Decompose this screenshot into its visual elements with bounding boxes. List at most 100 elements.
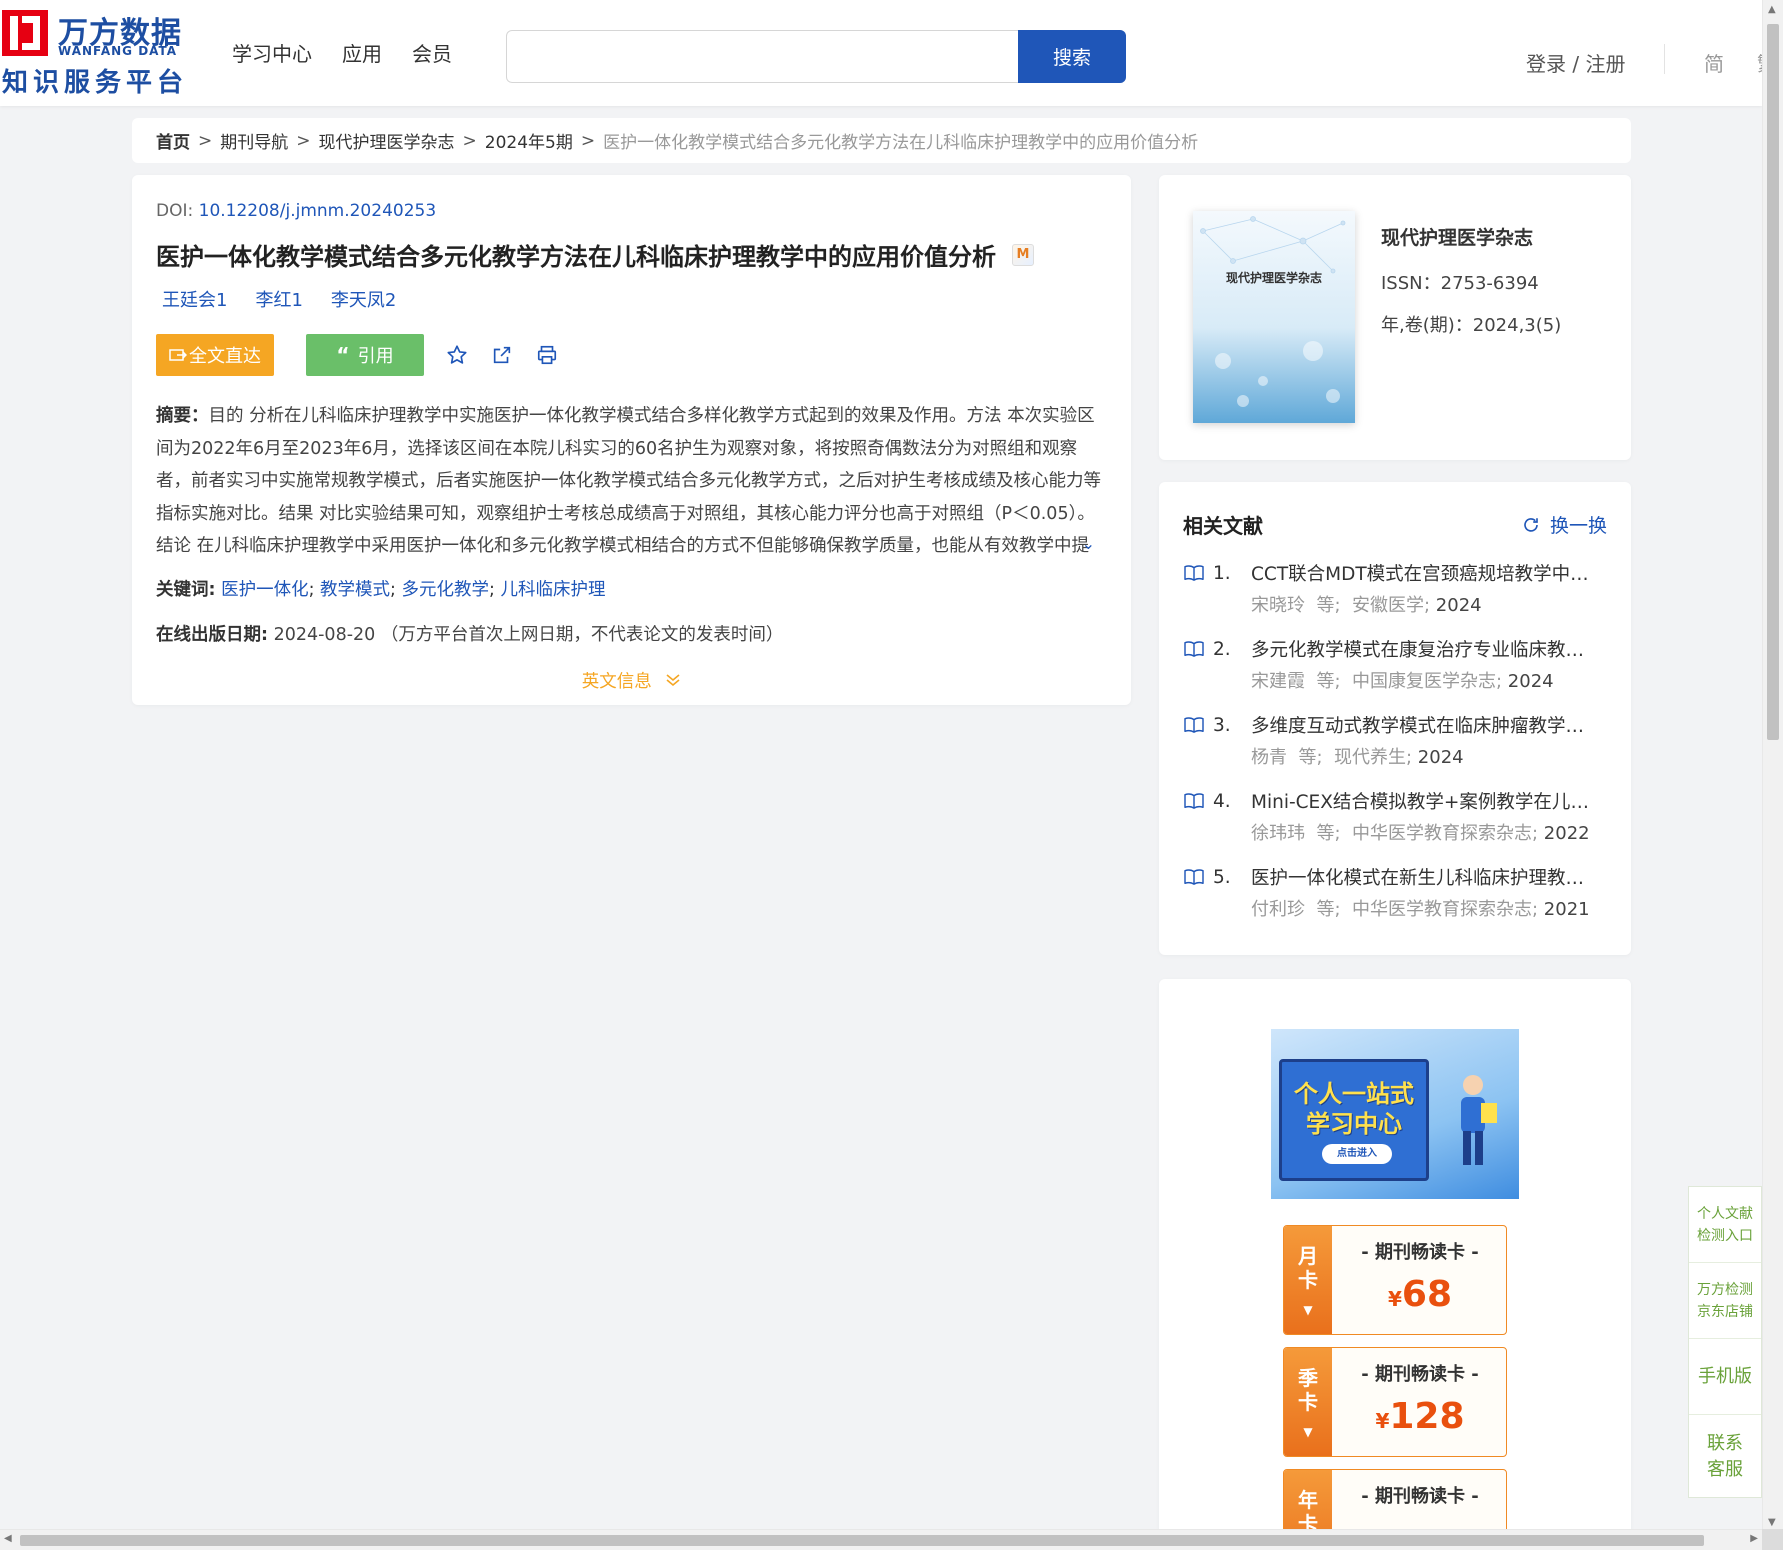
logo-en-text: WANFANG DATA [58,44,178,58]
related-item: 5. 医护一体化模式在新生儿科临床护理教学中的应用 付利珍 等; 中华医学教育探… [1183,861,1607,927]
pubdate-label: 在线出版日期: [156,625,268,645]
article-title: 医护一体化教学模式结合多元化教学方法在儿科临床护理教学中的应用价值分析 [156,243,996,271]
card-side-char: 卡 [1298,1390,1318,1414]
student-figure-icon [1461,1075,1497,1165]
customer-service-link[interactable]: 联系 客服 [1689,1415,1761,1499]
learning-center-banner[interactable]: 个人一站式 学习中心 点击进入 [1271,1029,1519,1199]
scroll-right-arrow-icon[interactable]: ▶ [1750,1533,1758,1544]
related-source[interactable]: 安徽医学; [1352,595,1430,616]
related-literature-card: 相关文献 换一换 1. CCT联合MDT模式在宫颈癌规培教学中的应用价值分析 宋… [1159,482,1631,955]
wanfang-logo[interactable]: 万方数据 WANFANG DATA 知识服务平台 [2,10,192,98]
related-num: 1. [1213,562,1231,584]
keyword-link[interactable]: 多元化教学 [402,580,490,600]
banner-board: 个人一站式 学习中心 点击进入 [1279,1059,1429,1181]
related-title-link[interactable]: 医护一体化模式在新生儿科临床护理教学中的应用 [1251,864,1601,890]
related-author[interactable]: 宋建霞 [1251,671,1305,692]
journal-cover[interactable]: 现代护理医学杂志 [1193,211,1355,423]
card-title: - 期刊畅读卡 - [1361,1486,1479,1507]
header-divider [1664,44,1665,74]
breadcrumb-home[interactable]: 首页 [156,128,190,153]
related-title-link[interactable]: Mini-CEX结合模拟教学+案例教学在儿科临床教学中的应用 [1251,788,1601,814]
lang-simplified[interactable]: 简 [1704,48,1724,77]
related-etc: 等; [1316,595,1341,616]
abstract-text: 目的 分析在儿科临床护理教学中实施医护一体化教学模式结合多样化教学方式起到的效果… [156,406,1101,556]
related-source[interactable]: 现代养生; [1334,747,1412,768]
author-link[interactable]: 李天凤2 [331,286,396,312]
journal-card: 现代护理医学杂志 现代护理医学杂志 ISSN：2753-6394 年,卷(期)：… [1159,175,1631,460]
float-label: 万方检测 [1697,1281,1753,1298]
vertical-scrollbar[interactable]: ▲ ▼ [1762,0,1783,1550]
refresh-button[interactable]: 换一换 [1522,511,1607,538]
vertical-scroll-thumb[interactable] [1767,24,1779,740]
quarterly-card[interactable]: 季 卡 ▼ - 期刊畅读卡 - ¥128 [1283,1347,1507,1457]
breadcrumb: 首页 > 期刊导航 > 现代护理医学杂志 > 2024年5期 > 医护一体化教学… [132,118,1631,163]
book-icon [1184,641,1204,657]
related-title-link[interactable]: CCT联合MDT模式在宫颈癌规培教学中的应用价值分析 [1251,560,1601,586]
author-link[interactable]: 王廷会1 [162,286,227,312]
related-item: 1. CCT联合MDT模式在宫颈癌规培教学中的应用价值分析 宋晓玲 等; 安徽医… [1183,557,1607,623]
card-title: - 期刊畅读卡 - [1361,1242,1479,1263]
related-year: 2021 [1543,899,1590,920]
logo-subtitle: 知识服务平台 [2,68,189,98]
breadcrumb-journal[interactable]: 现代护理医学杂志 [319,128,455,153]
horizontal-scroll-thumb[interactable] [20,1535,1704,1546]
article-actions: 全文直达 “ 引用 [156,334,1107,376]
scroll-down-arrow-icon[interactable]: ▼ [1768,1517,1776,1528]
nav-membership[interactable]: 会员 [412,38,452,67]
float-label: 联系 [1707,1433,1743,1454]
fulltext-button[interactable]: 全文直达 [156,334,274,376]
refresh-label: 换一换 [1549,515,1607,537]
breadcrumb-sep: > [198,130,213,151]
related-title-link[interactable]: 多维度互动式教学模式在临床肿瘤教学中的应用 [1251,712,1601,738]
card-side: 季 卡 ▼ [1284,1348,1332,1456]
related-source[interactable]: 中国康复医学杂志; [1352,671,1502,692]
banner-enter-button[interactable]: 点击进入 [1322,1144,1392,1164]
search-button[interactable]: 搜索 [1018,30,1126,83]
doi-link[interactable]: 10.12208/j.jmnm.20240253 [199,201,437,221]
breadcrumb-issue[interactable]: 2024年5期 [485,128,573,153]
related-year: 2024 [1435,595,1482,616]
scroll-left-arrow-icon[interactable]: ◀ [4,1533,12,1544]
pubdate-line: 在线出版日期: 2024-08-20 （万方平台首次上网日期，不代表论文的发表时… [156,621,1107,646]
favorite-star-icon[interactable] [445,343,469,367]
plagiarism-check-entry[interactable]: 个人文献 检测入口 [1689,1187,1761,1263]
keyword-link[interactable]: 教学模式 [320,580,390,600]
expand-chevron-icon[interactable]: ⌄ [1082,528,1095,561]
author-link[interactable]: 李红1 [255,286,302,312]
related-author[interactable]: 杨青 [1251,747,1287,768]
related-author[interactable]: 宋晓玲 [1251,595,1305,616]
related-title-link[interactable]: 多元化教学模式在康复治疗专业临床教学中的应用 [1251,636,1601,662]
breadcrumb-journal-nav[interactable]: 期刊导航 [220,128,288,153]
nav-apps[interactable]: 应用 [342,38,382,67]
fulltext-icon [169,349,187,361]
cite-button[interactable]: “ 引用 [306,334,424,376]
breadcrumb-sep: > [462,130,477,151]
keyword-link[interactable]: 医护一体化 [221,580,309,600]
mobile-version-link[interactable]: 手机版 [1689,1339,1761,1415]
price-currency: ¥ [1375,1409,1390,1433]
related-source[interactable]: 中华医学教育探索杂志; [1352,899,1538,920]
search-input[interactable] [507,31,1012,82]
keyword-link[interactable]: 儿科临床护理 [500,580,605,600]
monthly-card[interactable]: 月 卡 ▼ - 期刊畅读卡 - ¥68 [1283,1225,1507,1335]
related-author[interactable]: 付利珍 [1251,899,1305,920]
book-icon [1184,717,1204,733]
related-author[interactable]: 徐玮玮 [1251,823,1305,844]
scroll-up-arrow-icon[interactable]: ▲ [1768,4,1776,15]
jd-store-link[interactable]: 万方检测 京东店铺 [1689,1263,1761,1339]
english-info-toggle[interactable]: 英文信息 [156,668,1107,693]
share-icon[interactable] [490,343,514,367]
login-register-link[interactable]: 登录 / 注册 [1526,48,1625,77]
print-icon[interactable] [535,343,559,367]
related-source[interactable]: 中华医学教育探索杂志; [1352,823,1538,844]
m-badge-icon[interactable]: M [1012,243,1034,266]
pubdate-note: （万方平台首次上网日期，不代表论文的发表时间） [380,625,784,645]
journal-name-link[interactable]: 现代护理医学杂志 [1381,223,1533,250]
related-etc: 等; [1298,747,1323,768]
horizontal-scrollbar[interactable]: ◀ ▶ [0,1529,1762,1550]
abstract-block: 摘要：目的 分析在儿科临床护理教学中实施医护一体化教学模式结合多样化教学方式起到… [156,400,1107,562]
floating-toolbar: 个人文献 检测入口 万方检测 京东店铺 手机版 联系 客服 [1688,1186,1762,1498]
nav-learning-center[interactable]: 学习中心 [232,38,312,67]
keywords-line: 关键词: 医护一体化; 教学模式; 多元化教学; 儿科临床护理 [156,580,606,600]
book-icon [1184,869,1204,885]
